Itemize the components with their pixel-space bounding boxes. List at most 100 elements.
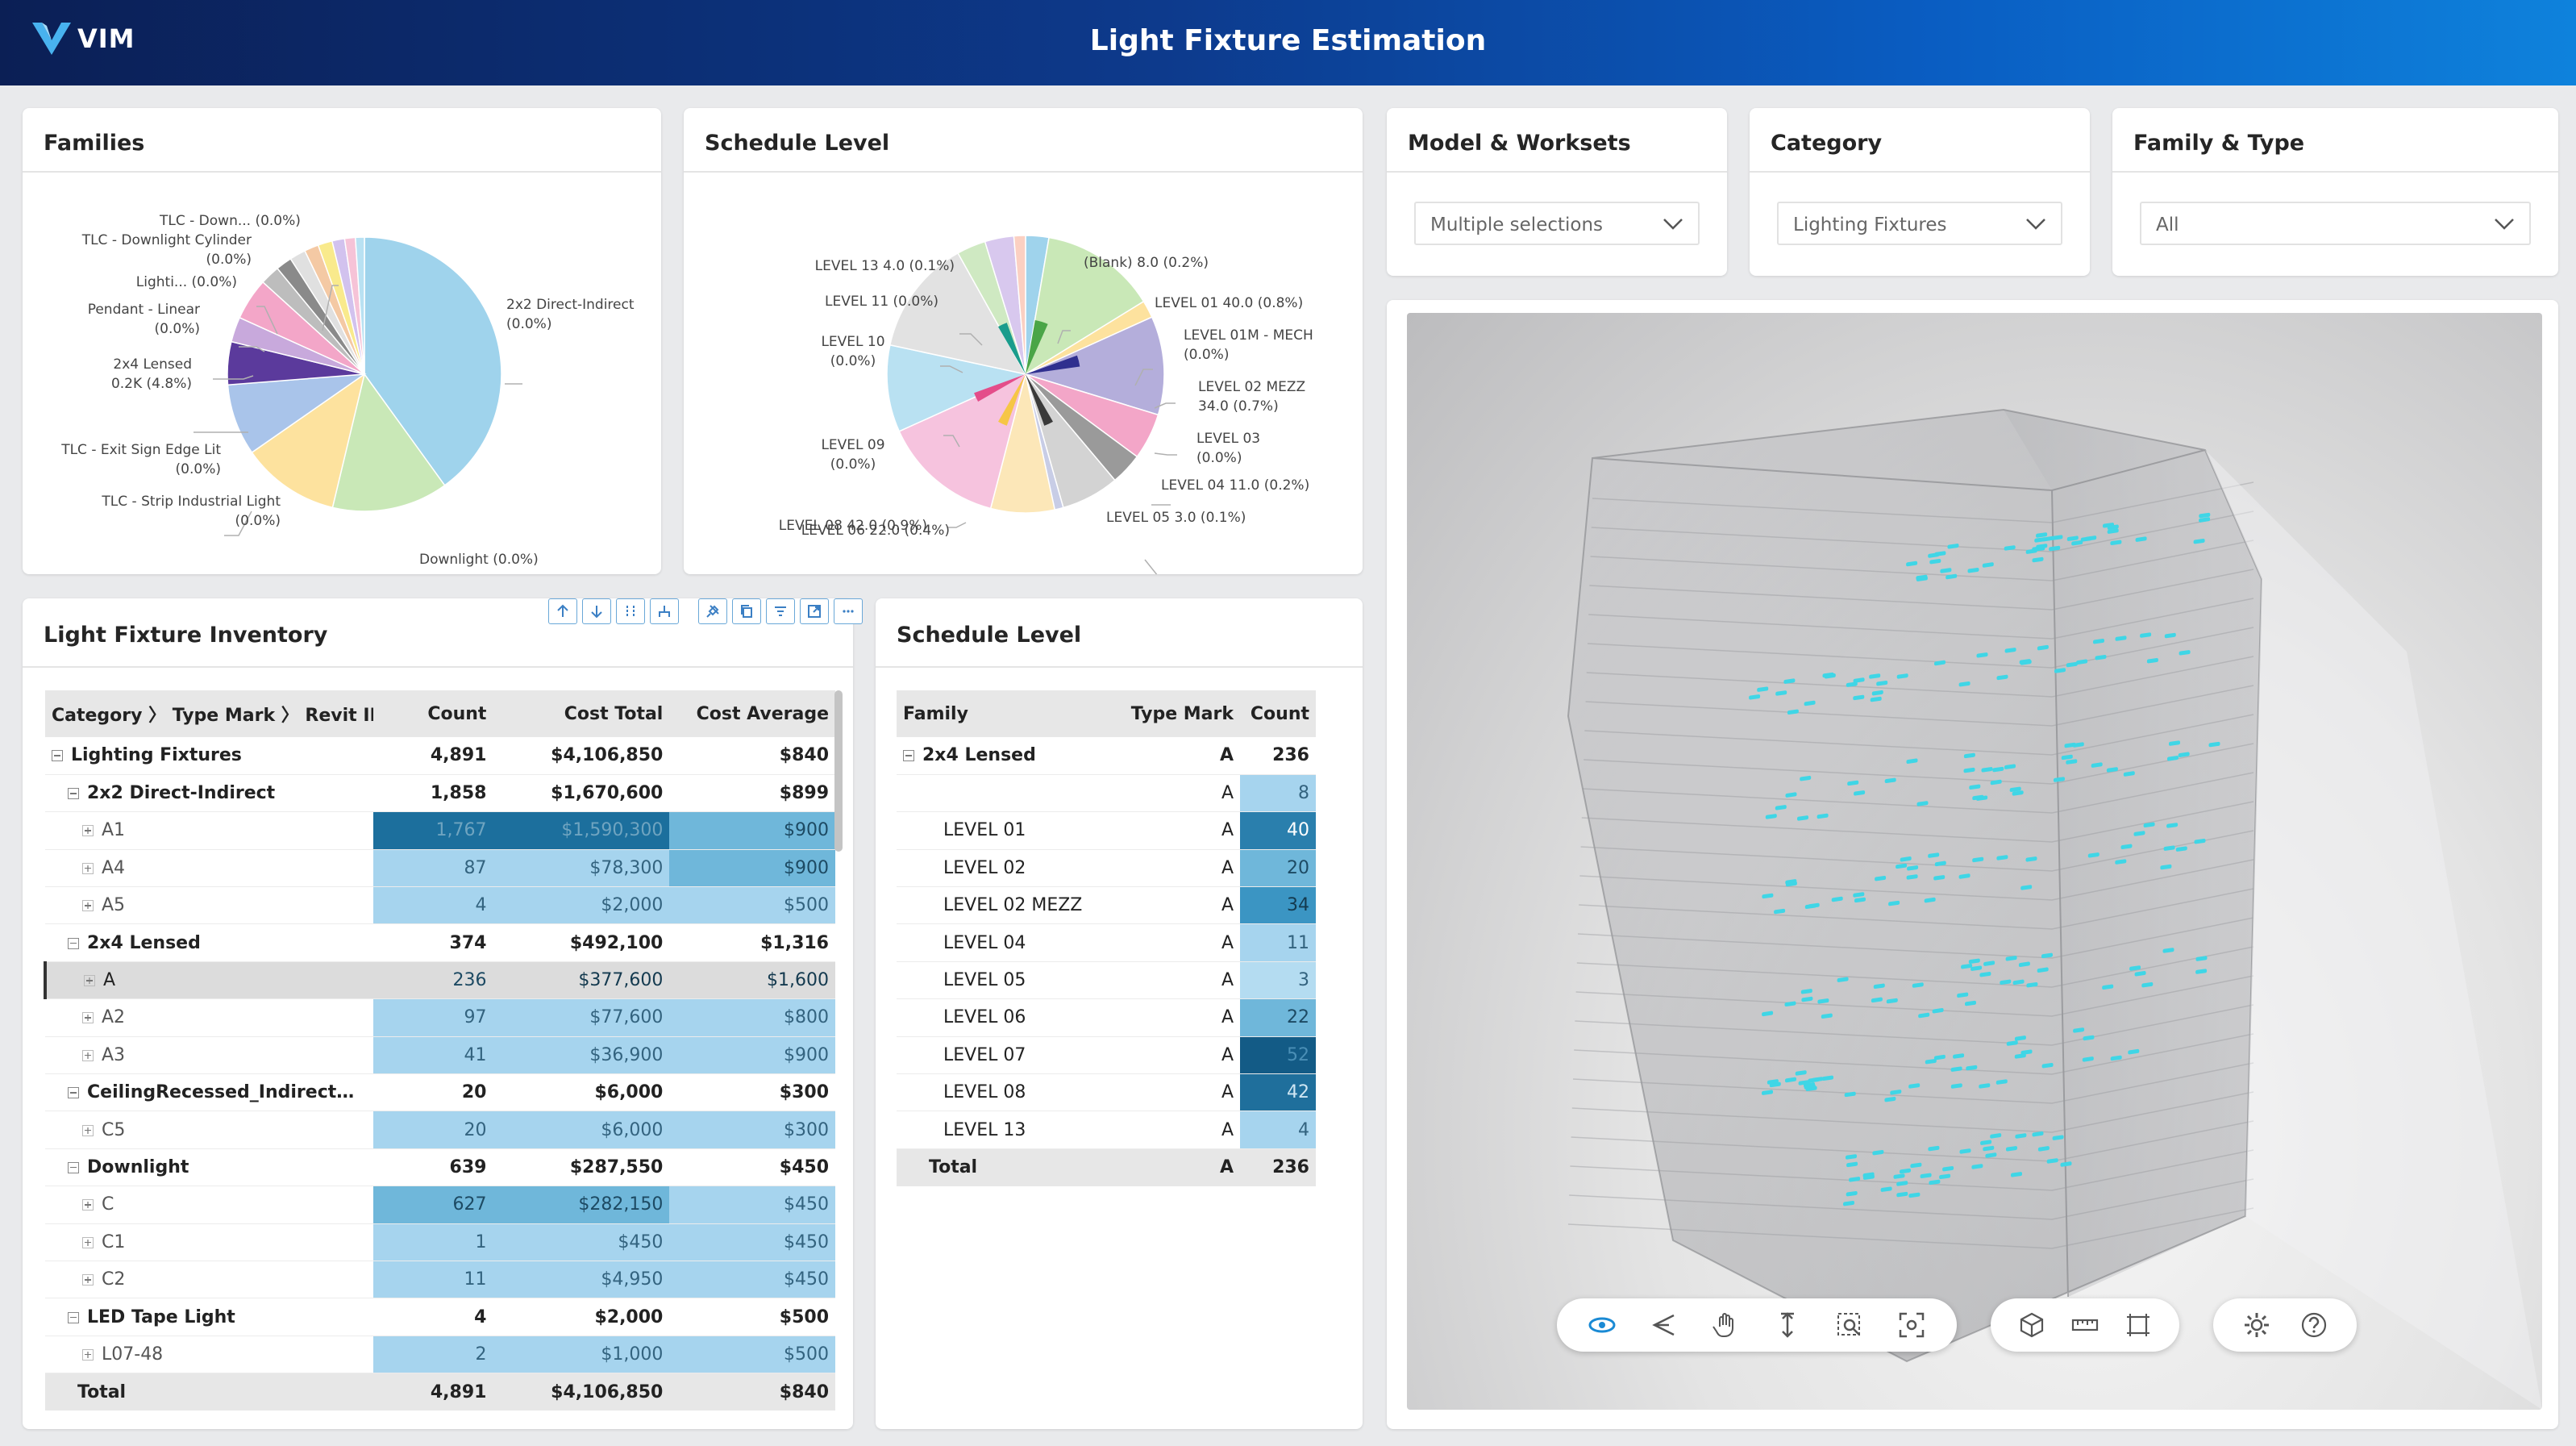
schedule-header-type-mark[interactable]: Type Mark	[1122, 690, 1240, 737]
row-label: C1	[102, 1231, 126, 1252]
inventory-scrollbar[interactable]	[834, 690, 843, 852]
measure-icon[interactable]	[2069, 1309, 2101, 1341]
expand-icon[interactable]	[82, 825, 94, 837]
table-row[interactable]: LED Tape Light 4 $2,000 $500	[45, 1298, 835, 1336]
zoom-window-icon[interactable]	[1833, 1309, 1866, 1341]
inventory-header-hierarchy[interactable]: Category 〉 Type Mark 〉 Revit ID	[45, 690, 374, 737]
pan-icon[interactable]	[1710, 1309, 1742, 1341]
table-row[interactable]: CeilingRecessed_IndirectRe... 20 $6,000 …	[45, 1073, 835, 1112]
inventory-header-hierarchy-label: Category 〉 Type Mark 〉 Revit ID	[52, 706, 374, 726]
collapse-icon[interactable]	[68, 1311, 79, 1323]
model-worksets-title: Model & Worksets	[1387, 108, 1727, 173]
row-family: LEVEL 05	[897, 961, 1122, 1000]
row-label: L07-48	[102, 1344, 164, 1365]
expand-icon[interactable]	[82, 900, 94, 912]
collapse-icon[interactable]	[52, 750, 63, 762]
frame-icon[interactable]	[1896, 1309, 1928, 1341]
help-icon[interactable]	[2298, 1309, 2330, 1341]
table-row[interactable]: 2x4 Lensed A 236	[897, 737, 1316, 775]
table-row[interactable]: LEVEL 07 A 52	[897, 1036, 1316, 1075]
table-row[interactable]: A4 87 $78,300 $900	[45, 849, 835, 888]
table-row[interactable]: LEVEL 06 A 22	[897, 998, 1316, 1037]
next-level-icon[interactable]	[616, 598, 645, 624]
row-type-mark: A	[1122, 961, 1240, 1000]
settings-icon[interactable]	[2241, 1309, 2273, 1341]
collapse-icon[interactable]	[68, 788, 79, 800]
table-row[interactable]: LEVEL 01 A 40	[897, 811, 1316, 850]
total-cost-avg: $840	[669, 1373, 835, 1411]
table-row[interactable]: LEVEL 02 MEZZ A 34	[897, 886, 1316, 925]
expand-icon[interactable]	[82, 1236, 94, 1248]
collapse-icon[interactable]	[68, 1161, 79, 1173]
expand-icon[interactable]	[82, 1049, 94, 1061]
table-row[interactable]: A 8	[897, 774, 1316, 813]
table-row-selected[interactable]: A 236 $377,600 $1,600	[43, 961, 835, 1000]
inventory-header-count[interactable]: Count	[373, 690, 493, 737]
collapse-icon[interactable]	[903, 750, 914, 762]
table-row[interactable]: C5 20 $6,000 $300	[45, 1111, 835, 1149]
focus-mode-icon[interactable]	[800, 598, 829, 624]
row-count: 20	[373, 1111, 493, 1149]
table-row[interactable]: LEVEL 02 A 20	[897, 849, 1316, 888]
table-row[interactable]: 2x4 Lensed 374 $492,100 $1,316	[45, 923, 835, 962]
inventory-header-cost-total[interactable]: Cost Total	[493, 690, 670, 737]
families-label-exit-sign-share: (0.0%)	[175, 461, 221, 477]
orbit-icon[interactable]	[1586, 1309, 1618, 1341]
row-count: 4	[373, 1298, 493, 1336]
sched-label-blank: (Blank) 8.0 (0.2%)	[1084, 255, 1209, 271]
expand-hierarchy-icon[interactable]	[650, 598, 679, 624]
row-cost-total: $1,590,300	[493, 811, 670, 850]
table-row[interactable]: LEVEL 04 A 11	[897, 923, 1316, 962]
table-row[interactable]: Lighting Fixtures 4,891 $4,106,850 $840	[45, 737, 835, 775]
section-box-icon[interactable]	[2122, 1309, 2154, 1341]
table-row[interactable]: 2x2 Direct-Indirect 1,858 $1,670,600 $89…	[45, 774, 835, 813]
viewer-settings-toolbar	[2213, 1298, 2357, 1352]
expand-icon[interactable]	[82, 862, 94, 874]
table-row[interactable]: L07-48 2 $1,000 $500	[45, 1336, 835, 1374]
table-row[interactable]: A1 1,767 $1,590,300 $900	[45, 811, 835, 850]
collapse-icon[interactable]	[68, 1087, 79, 1099]
table-row[interactable]: C 627 $282,150 $450	[45, 1186, 835, 1224]
drill-down-icon[interactable]	[582, 598, 611, 624]
table-row[interactable]: A3 41 $36,900 $900	[45, 1036, 835, 1075]
category-dropdown[interactable]: Lighting Fixtures	[1777, 202, 2062, 245]
expand-icon[interactable]	[84, 975, 95, 987]
cube-icon[interactable]	[2016, 1309, 2048, 1341]
table-row[interactable]: LEVEL 13 A 4	[897, 1111, 1316, 1149]
3d-model-viewer[interactable]	[1407, 313, 2542, 1410]
table-row[interactable]: C2 11 $4,950 $450	[45, 1261, 835, 1299]
expand-icon[interactable]	[82, 1124, 94, 1136]
expand-icon[interactable]	[82, 1199, 94, 1211]
inventory-header-cost-avg[interactable]: Cost Average	[669, 690, 835, 737]
drill-up-icon[interactable]	[548, 598, 577, 624]
look-icon[interactable]	[1648, 1309, 1680, 1341]
pin-icon[interactable]	[698, 598, 727, 624]
expand-icon[interactable]	[82, 1274, 94, 1286]
family-type-dropdown[interactable]: All	[2140, 202, 2531, 245]
schedule-level-pie-chart[interactable]	[684, 173, 1363, 574]
table-row[interactable]: A5 4 $2,000 $500	[45, 886, 835, 925]
total-label: Total	[897, 1148, 1122, 1186]
more-options-icon[interactable]	[834, 598, 863, 624]
row-cost-total: $1,000	[493, 1336, 670, 1374]
row-cost-total: $287,550	[493, 1148, 670, 1187]
expand-icon[interactable]	[82, 1012, 94, 1024]
table-row[interactable]: LEVEL 08 A 42	[897, 1073, 1316, 1112]
schedule-header-count[interactable]: Count	[1240, 690, 1316, 737]
copy-icon[interactable]	[732, 598, 761, 624]
row-family	[897, 774, 1122, 813]
model-worksets-dropdown[interactable]: Multiple selections	[1414, 202, 1700, 245]
table-row[interactable]: Downlight 639 $287,550 $450	[45, 1148, 835, 1187]
row-cost-total: $450	[493, 1223, 670, 1261]
table-row[interactable]: LEVEL 05 A 3	[897, 961, 1316, 1000]
row-count: 34	[1240, 886, 1316, 925]
row-cost-avg: $840	[669, 737, 835, 775]
table-row[interactable]: A2 97 $77,600 $800	[45, 998, 835, 1037]
table-row[interactable]: C1 1 $450 $450	[45, 1223, 835, 1261]
collapse-icon[interactable]	[68, 937, 79, 949]
expand-icon[interactable]	[82, 1348, 94, 1361]
filter-icon[interactable]	[766, 598, 795, 624]
row-cost-avg: $1,316	[669, 923, 835, 962]
zoom-icon[interactable]	[1771, 1309, 1804, 1341]
schedule-header-family[interactable]: Family	[897, 690, 1122, 737]
